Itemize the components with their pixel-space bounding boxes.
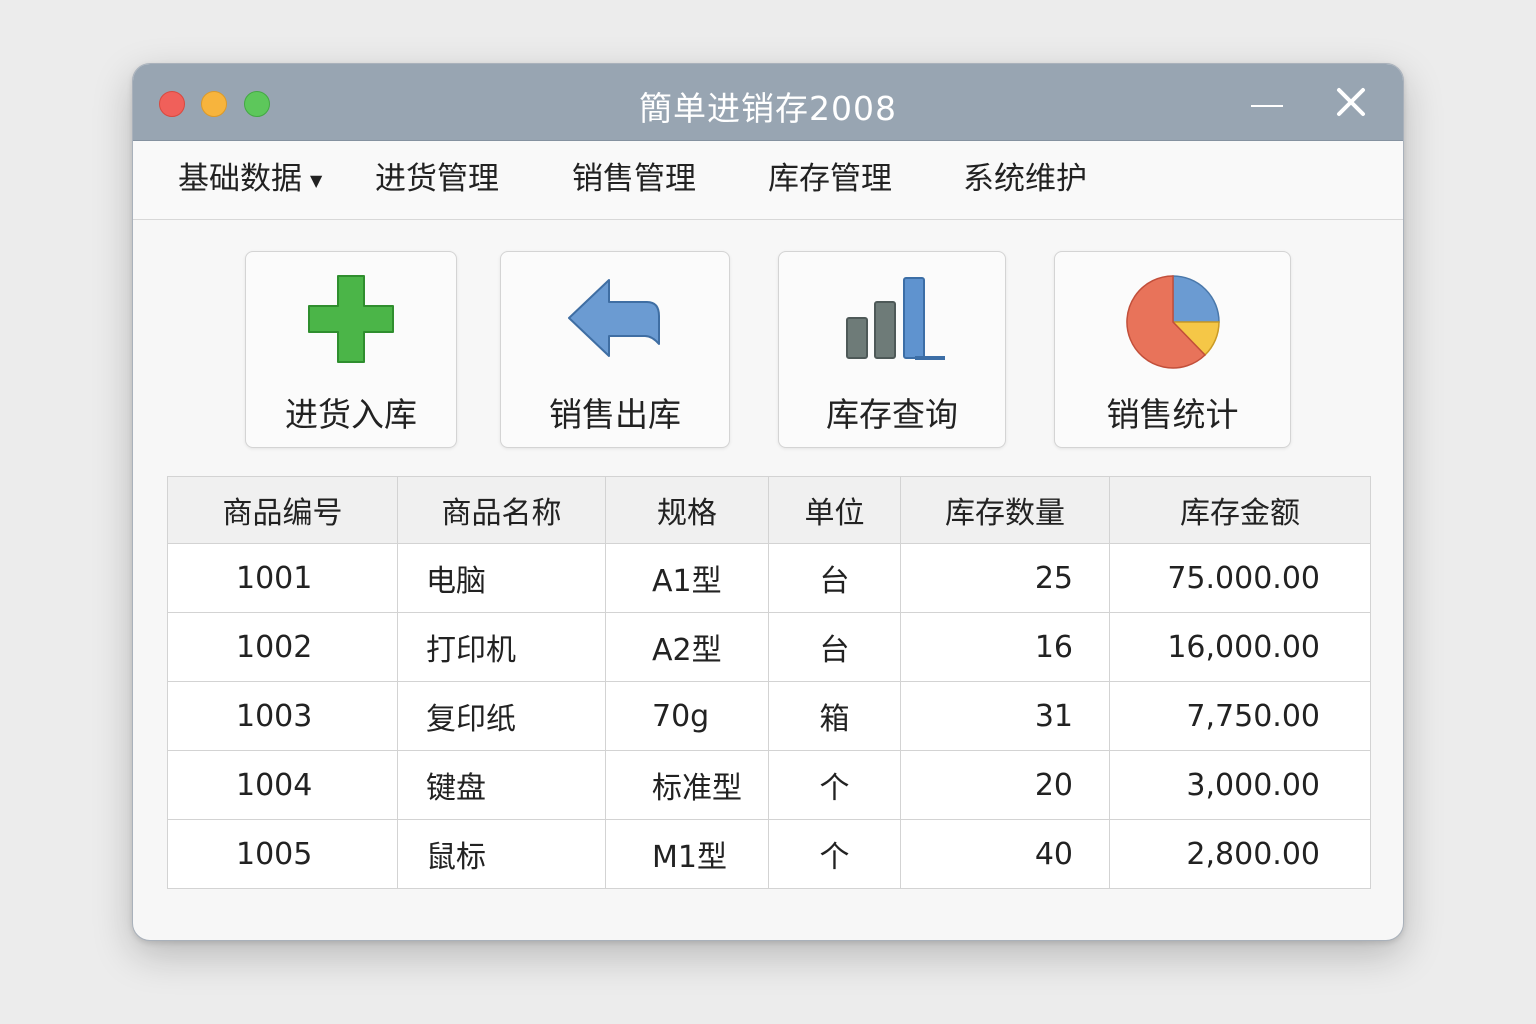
amount-cell: 2,800.00: [1109, 819, 1371, 889]
app-window: 簡单进销存2008 基础数据 ▼ 进货管理 销售管理 库存管理 系统维护 进货入库…: [132, 63, 1404, 941]
menu-bar: 基础数据 ▼ 进货管理 销售管理 库存管理 系统维护: [133, 141, 1403, 220]
product-code-cell: 1004: [167, 750, 398, 820]
tool-label: 进货入库: [285, 395, 417, 434]
quantity-cell: 20: [900, 750, 1110, 820]
amount-cell: 75.000.00: [1109, 543, 1371, 613]
product-code-cell: 1002: [167, 612, 398, 682]
tool-label: 库存查询: [826, 395, 958, 434]
plus-icon: [308, 275, 394, 363]
product-name-cell: 打印机: [397, 612, 606, 682]
menu-purchase[interactable]: 进货管理: [375, 159, 499, 199]
unit-cell: 台: [768, 612, 901, 682]
column-header[interactable]: 规格: [605, 476, 769, 544]
table-row[interactable]: 1003 复印纸 70g 箱 31 7,750.00: [167, 681, 1371, 751]
column-header[interactable]: 库存数量: [900, 476, 1110, 544]
title-bar[interactable]: 簡单进销存2008: [133, 64, 1403, 141]
spec-cell: 70g: [605, 681, 769, 751]
spec-cell: M1型: [605, 819, 769, 889]
table-row[interactable]: 1002 打印机 A2型 台 16 16,000.00: [167, 612, 1371, 682]
product-name-cell: 鼠标: [397, 819, 606, 889]
table-row[interactable]: 1004 键盘 标准型 个 20 3,000.00: [167, 750, 1371, 820]
unit-cell: 个: [768, 819, 901, 889]
tool-label: 销售统计: [1106, 395, 1239, 434]
inventory-query-button[interactable]: 库存查询: [778, 251, 1006, 448]
spec-cell: 标准型: [605, 750, 769, 820]
dropdown-caret-icon: ▼: [310, 170, 323, 190]
quantity-cell: 40: [900, 819, 1110, 889]
pie-chart-icon: [1125, 275, 1220, 369]
product-code-cell: 1003: [167, 681, 398, 751]
unit-cell: 台: [768, 543, 901, 613]
quantity-cell: 25: [900, 543, 1110, 613]
quantity-cell: 16: [900, 612, 1110, 682]
unit-cell: 箱: [768, 681, 901, 751]
unit-cell: 个: [768, 750, 901, 820]
column-header[interactable]: 商品编号: [167, 476, 398, 544]
menu-label: 基础数据: [178, 161, 302, 197]
tool-label: 销售出库: [549, 395, 681, 434]
menu-inventory[interactable]: 库存管理: [768, 159, 892, 199]
window-title: 簡单进销存2008: [639, 89, 897, 128]
sales-outbound-button[interactable]: 销售出库: [500, 251, 730, 448]
menu-basic-data[interactable]: 基础数据 ▼: [178, 159, 322, 199]
close-button[interactable]: [1329, 80, 1373, 124]
column-header[interactable]: 商品名称: [397, 476, 606, 544]
spec-cell: A2型: [605, 612, 769, 682]
amount-cell: 16,000.00: [1109, 612, 1371, 682]
quantity-cell: 31: [900, 681, 1110, 751]
product-code-cell: 1005: [167, 819, 398, 889]
minimize-button[interactable]: [1245, 80, 1289, 124]
column-header[interactable]: 库存金额: [1109, 476, 1371, 544]
product-code-cell: 1001: [167, 543, 398, 613]
table-row[interactable]: 1005 鼠标 M1型 个 40 2,800.00: [167, 819, 1371, 889]
inventory-table: 商品编号 商品名称 规格 单位 库存数量 库存金额 1001 电脑 A1型 台 …: [167, 476, 1371, 889]
product-name-cell: 电脑: [397, 543, 606, 613]
back-arrow-icon: [568, 279, 660, 357]
amount-cell: 3,000.00: [1109, 750, 1371, 820]
product-name-cell: 键盘: [397, 750, 606, 820]
table-row[interactable]: 1001 电脑 A1型 台 25 75.000.00: [167, 543, 1371, 613]
bar-chart-icon: [846, 277, 945, 360]
menu-sales[interactable]: 销售管理: [572, 159, 696, 199]
purchase-inbound-button[interactable]: 进货入库: [245, 251, 457, 448]
column-header[interactable]: 单位: [768, 476, 901, 544]
sales-statistics-button[interactable]: 销售统计: [1054, 251, 1291, 448]
table-header-row: 商品编号 商品名称 规格 单位 库存数量 库存金额: [167, 476, 1371, 544]
minimize-icon: [1251, 105, 1283, 107]
product-name-cell: 复印纸: [397, 681, 606, 751]
menu-system[interactable]: 系统维护: [963, 159, 1087, 199]
close-icon: [1337, 88, 1365, 116]
spec-cell: A1型: [605, 543, 769, 613]
amount-cell: 7,750.00: [1109, 681, 1371, 751]
